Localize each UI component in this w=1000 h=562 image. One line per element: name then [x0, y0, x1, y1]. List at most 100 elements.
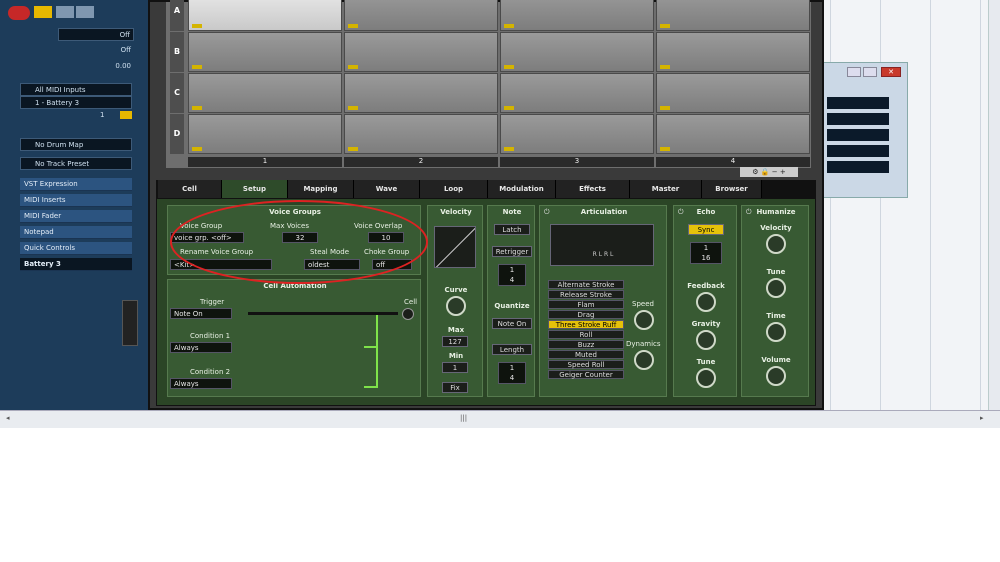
section-midi-inserts[interactable]: MIDI Inserts: [20, 194, 132, 207]
speed-knob[interactable]: [634, 310, 654, 330]
tab-setup[interactable]: Setup: [222, 180, 288, 198]
condition-1-select[interactable]: Always: [170, 342, 232, 353]
length-button[interactable]: Length: [492, 344, 532, 355]
humanize-tune-label: Tune: [766, 268, 786, 276]
scroll-grip-icon[interactable]: |||: [460, 414, 467, 422]
pad-cell[interactable]: [656, 114, 810, 154]
pad-cell[interactable]: [188, 32, 342, 72]
tab-mapping[interactable]: Mapping: [288, 180, 354, 198]
min-field[interactable]: 1: [442, 362, 468, 373]
section-quick-controls[interactable]: Quick Controls: [20, 242, 132, 255]
pad-cell[interactable]: [500, 114, 654, 154]
echo-time-value[interactable]: 1 16: [690, 242, 722, 264]
articulation-item[interactable]: Buzz: [548, 340, 624, 349]
pad-cell[interactable]: [656, 32, 810, 72]
tab-modulation[interactable]: Modulation: [488, 180, 556, 198]
cell-matrix: ABCD1234: [166, 0, 811, 168]
tab-loop[interactable]: Loop: [420, 180, 488, 198]
tab-master[interactable]: Master: [630, 180, 702, 198]
pad-cell[interactable]: [500, 32, 654, 72]
vertical-scrollbar[interactable]: [988, 0, 1000, 410]
fix-button[interactable]: Fix: [442, 382, 468, 393]
cell-label: Cell: [404, 298, 418, 306]
articulation-item[interactable]: Roll: [548, 330, 624, 339]
velocity-curve-display[interactable]: [434, 226, 476, 268]
length-value[interactable]: 14: [498, 362, 526, 384]
articulation-item[interactable]: Drag: [548, 310, 624, 319]
retrigger-button[interactable]: Retrigger: [492, 246, 532, 257]
mini-window[interactable]: ✕: [822, 62, 908, 198]
feedback-knob[interactable]: [696, 292, 716, 312]
latch-button[interactable]: Latch: [494, 224, 530, 235]
curve-knob[interactable]: [446, 296, 466, 316]
pad-cell[interactable]: [656, 73, 810, 113]
articulation-item[interactable]: Alternate Stroke: [548, 280, 624, 289]
midi-channel[interactable]: 1: [96, 109, 116, 122]
quantize-note-on[interactable]: Note On: [492, 318, 532, 329]
monitor-icon[interactable]: [34, 6, 52, 18]
grid-tools[interactable]: ⚙ 🔒 − +: [740, 167, 798, 177]
instrument-edit-icon[interactable]: [120, 111, 132, 119]
pad-cell[interactable]: [188, 0, 342, 31]
pad-cell[interactable]: [500, 0, 654, 31]
drum-map-select[interactable]: No Drum Map: [20, 138, 132, 151]
record-icon[interactable]: [8, 6, 30, 20]
midi-input-select[interactable]: All MIDI Inputs: [20, 83, 132, 96]
edit-icon[interactable]: [56, 6, 74, 18]
sync-button[interactable]: Sync: [688, 224, 724, 235]
track-name[interactable]: Battery 3: [20, 258, 132, 271]
velocity-title: Velocity: [440, 208, 472, 216]
maximize-icon[interactable]: [863, 67, 877, 77]
horizontal-scrollbar[interactable]: ◂ ||| ▸: [0, 410, 1000, 428]
pad-cell[interactable]: [344, 114, 498, 154]
pad-cell[interactable]: [500, 73, 654, 113]
tab-wave[interactable]: Wave: [354, 180, 420, 198]
minimize-icon[interactable]: [847, 67, 861, 77]
pan-field[interactable]: Off: [58, 44, 134, 57]
echo-title: Echo: [696, 208, 716, 216]
cell-led[interactable]: [402, 308, 414, 320]
tab-effects[interactable]: Effects: [556, 180, 630, 198]
pad-cell[interactable]: [188, 114, 342, 154]
articulation-item[interactable]: Three Stroke Ruff: [548, 320, 624, 329]
freeze-icon[interactable]: [76, 6, 94, 18]
scroll-left-icon[interactable]: ◂: [6, 414, 10, 422]
humanize-velocity-knob[interactable]: [766, 234, 786, 254]
trigger-select[interactable]: Note On: [170, 308, 232, 319]
pad-cell[interactable]: [344, 73, 498, 113]
pad-cell[interactable]: [656, 0, 810, 31]
volume-field[interactable]: Off: [58, 28, 134, 41]
tab-browser[interactable]: Browser: [702, 180, 762, 198]
track-preset-select[interactable]: No Track Preset: [20, 157, 132, 170]
humanize-time-knob[interactable]: [766, 322, 786, 342]
max-field[interactable]: 127: [442, 336, 468, 347]
section-midi-fader[interactable]: MIDI Fader: [20, 210, 132, 223]
delay-field[interactable]: 0.00: [58, 60, 134, 73]
column-label: 1: [188, 157, 342, 167]
section-vst-expression[interactable]: VST Expression: [20, 178, 132, 191]
gravity-knob[interactable]: [696, 330, 716, 350]
articulation-item[interactable]: Speed Roll: [548, 360, 624, 369]
quantize-label: Quantize: [494, 302, 530, 310]
echo-tune-knob[interactable]: [696, 368, 716, 388]
pad-cell[interactable]: [188, 73, 342, 113]
articulation-item[interactable]: Geiger Counter: [548, 370, 624, 379]
fader[interactable]: [122, 300, 138, 346]
scroll-right-icon[interactable]: ▸: [980, 414, 984, 422]
pad-cell[interactable]: [344, 32, 498, 72]
pad-cell[interactable]: [344, 0, 498, 31]
articulation-item[interactable]: Release Stroke: [548, 290, 624, 299]
humanize-volume-knob[interactable]: [766, 366, 786, 386]
cell-marker: [348, 65, 358, 69]
dynamics-knob[interactable]: [634, 350, 654, 370]
humanize-tune-knob[interactable]: [766, 278, 786, 298]
condition-2-select[interactable]: Always: [170, 378, 232, 389]
retrigger-value[interactable]: 14: [498, 264, 526, 286]
close-icon[interactable]: ✕: [881, 67, 901, 77]
articulation-item[interactable]: Flam: [548, 300, 624, 309]
articulation-item[interactable]: Muted: [548, 350, 624, 359]
section-notepad[interactable]: Notepad: [20, 226, 132, 239]
tab-cell[interactable]: Cell: [158, 180, 222, 198]
midi-output-select[interactable]: 1 - Battery 3: [20, 96, 132, 109]
row-label: D: [170, 114, 184, 154]
